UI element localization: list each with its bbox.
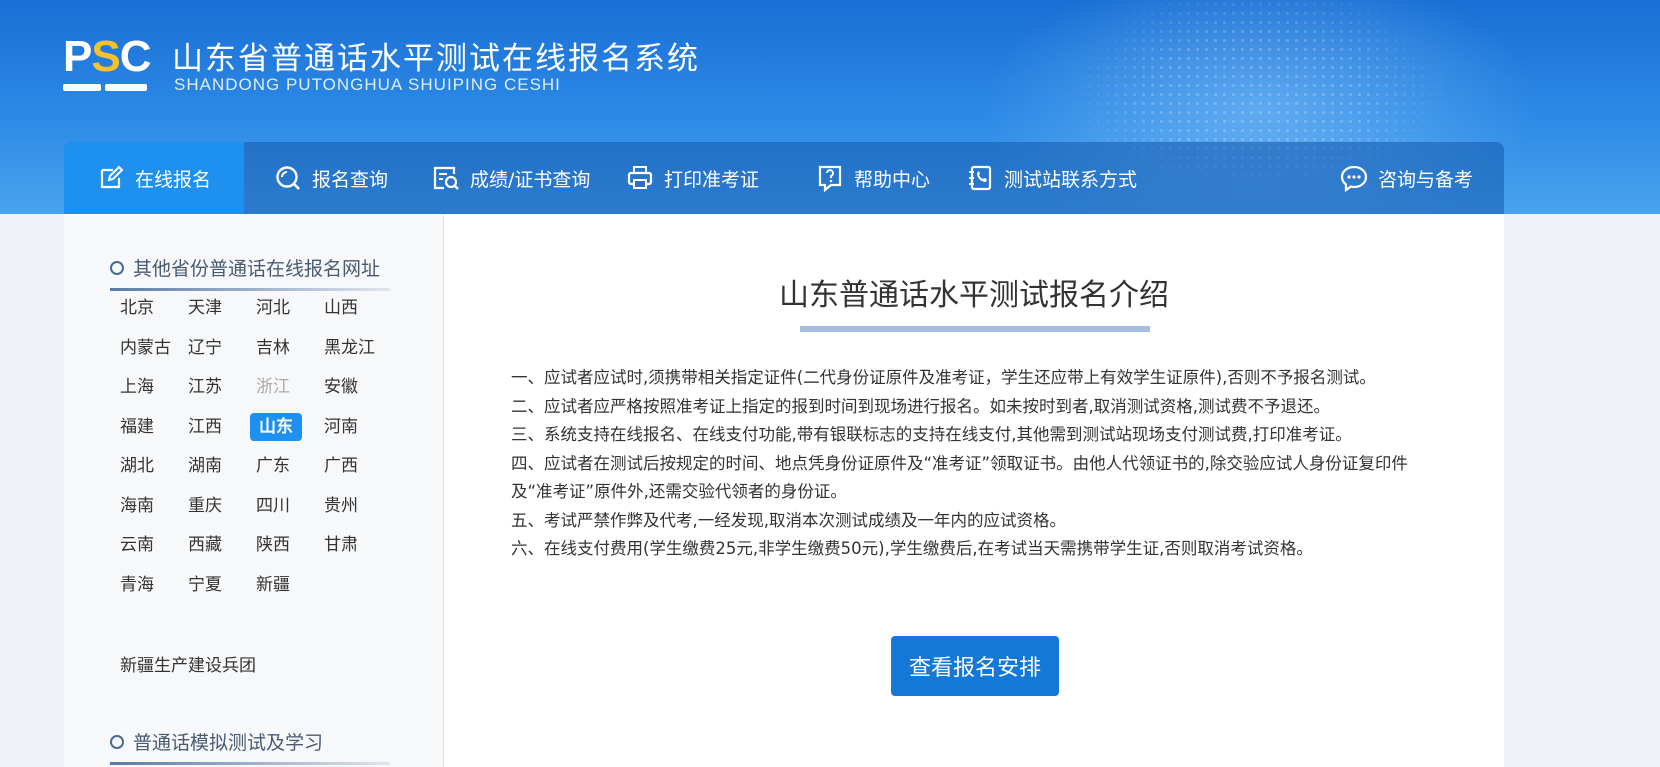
province-link[interactable]: 辽宁 xyxy=(188,334,222,362)
province-link[interactable]: 贵州 xyxy=(324,492,358,520)
province-link[interactable]: 广东 xyxy=(256,452,290,480)
section-other-provinces: 其他省份普通话在线报名网址 xyxy=(110,254,380,281)
main-nav: 在线报名 报名查询 成绩/证书查询 打印准考证 帮助中心 测试站联系方式 咨询与… xyxy=(64,142,1504,214)
nav-test-station-contact[interactable]: 测试站联系方式 xyxy=(966,142,1137,214)
main-content: 山东普通话水平测试报名介绍 一、应试者应试时,须携带相关指定证件(二代身份证原件… xyxy=(444,214,1504,767)
rule-item: 二、应试者应严格按照准考证上指定的报到时间到现场进行报名。如未按时到者,取消测试… xyxy=(511,396,1330,416)
search-icon xyxy=(276,166,300,190)
section-mock-test: 普通话模拟测试及学习 xyxy=(110,728,323,755)
section-underline xyxy=(110,762,390,765)
page-title: 山东普通话水平测试报名介绍 xyxy=(779,278,1169,313)
province-link[interactable]: 福建 xyxy=(120,413,154,441)
circle-bullet-icon xyxy=(110,734,124,749)
nav-label: 在线报名 xyxy=(134,168,211,191)
printer-icon xyxy=(627,166,653,189)
psc-logo: PSC xyxy=(63,32,151,96)
sidebar: 其他省份普通话在线报名网址 北京 天津 河北 山西内蒙古 辽宁 吉林 黑龙江上海 江苏 浙江 安徽… xyxy=(64,214,444,767)
province-link[interactable]: 陕西 xyxy=(256,531,290,559)
nav-print-admission[interactable]: 打印准考证 xyxy=(626,142,759,214)
section-title-label: 普通话模拟测试及学习 xyxy=(133,732,324,754)
province-link-xjbt[interactable]: 新疆生产建设兵团 xyxy=(120,652,256,680)
province-link[interactable]: 新疆 xyxy=(256,571,290,599)
certificate-search-icon xyxy=(433,166,459,190)
province-link[interactable]: 山东 xyxy=(250,413,302,441)
province-link[interactable]: 安徽 xyxy=(324,373,358,401)
province-link[interactable]: 重庆 xyxy=(188,492,222,520)
province-link[interactable]: 江西 xyxy=(188,413,222,441)
province-link[interactable]: 湖南 xyxy=(188,452,222,480)
nav-registration-query[interactable]: 报名查询 xyxy=(274,142,388,214)
province-link[interactable]: 湖北 xyxy=(120,452,154,480)
province-link[interactable]: 江苏 xyxy=(188,373,222,401)
nav-label: 报名查询 xyxy=(312,168,389,191)
province-link[interactable]: 内蒙古 xyxy=(120,334,171,362)
province-link[interactable]: 北京 xyxy=(120,294,154,322)
province-link[interactable]: 河南 xyxy=(324,413,358,441)
rule-item: 三、系统支持在线报名、在线支付功能,带有银联标志的支持在线支付,其他需到测试站现… xyxy=(511,425,1352,444)
logo-bars xyxy=(63,84,147,92)
province-link[interactable]: 宁夏 xyxy=(188,571,222,599)
province-link[interactable]: 山西 xyxy=(324,294,358,322)
chat-icon xyxy=(1340,165,1368,192)
province-link[interactable]: 浙江 xyxy=(256,373,290,401)
edit-icon xyxy=(100,165,124,189)
section-title-label: 其他省份普通话在线报名网址 xyxy=(133,258,381,280)
province-link[interactable]: 天津 xyxy=(188,294,222,322)
section-underline xyxy=(110,288,390,291)
nav-label: 成绩/证书查询 xyxy=(470,168,591,191)
nav-online-registration[interactable]: 在线报名 xyxy=(64,142,244,214)
rule-item: 六、在线支付费用(学生缴费25元,非学生缴费50元),学生缴费后,在考试当天需携… xyxy=(511,539,1313,558)
province-link[interactable]: 云南 xyxy=(120,531,154,559)
nav-score-certificate-query[interactable]: 成绩/证书查询 xyxy=(432,142,590,214)
nav-label: 帮助中心 xyxy=(854,168,931,191)
nav-help-center[interactable]: 帮助中心 xyxy=(816,142,930,214)
province-link[interactable]: 黑龙江 xyxy=(324,334,375,362)
province-link[interactable]: 河北 xyxy=(256,294,290,322)
province-link[interactable]: 上海 xyxy=(120,373,154,401)
province-link[interactable]: 四川 xyxy=(256,492,290,520)
title-underline xyxy=(800,326,1150,332)
logo-letters: PSC xyxy=(63,32,151,81)
circle-bullet-icon xyxy=(110,260,124,275)
help-icon xyxy=(818,165,842,192)
rule-item: 一、应试者应试时,须携带相关指定证件(二代身份证原件及准考证，学生还应带上有效学… xyxy=(511,368,1376,387)
province-link[interactable]: 吉林 xyxy=(256,334,290,362)
province-link[interactable]: 西藏 xyxy=(188,531,222,559)
nav-label: 打印准考证 xyxy=(664,168,760,191)
province-link[interactable]: 海南 xyxy=(120,492,154,520)
rule-item: 五、考试严禁作弊及代考,一经发现,取消本次测试成绩及一年内的应试资格。 xyxy=(511,510,1066,530)
rule-item: 四、应试者在测试后按规定的时间、地点凭身份证原件及“准考证”领取证书。由他人代领… xyxy=(511,453,1408,502)
site-title: 山东省普通话水平测试在线报名系统 xyxy=(172,41,700,77)
site-subtitle: SHANDONG PUTONGHUA SHUIPING CESHI xyxy=(174,75,561,94)
view-schedule-button[interactable]: 查看报名安排 xyxy=(891,636,1059,696)
rules-list: 一、应试者应试时,须携带相关指定证件(二代身份证原件及准考证，学生还应带上有效学… xyxy=(511,364,1441,564)
nav-label: 测试站联系方式 xyxy=(1004,168,1138,191)
phone-book-icon xyxy=(969,165,992,191)
province-link[interactable]: 青海 xyxy=(120,571,154,599)
nav-consult-prepare[interactable]: 咨询与备考 xyxy=(1340,142,1473,214)
province-link[interactable]: 广西 xyxy=(324,452,358,480)
header-banner: PSC 山东省普通话水平测试在线报名系统 SHANDONG PUTONGHUA … xyxy=(0,0,1660,214)
province-link[interactable]: 甘肃 xyxy=(324,531,358,559)
nav-label: 咨询与备考 xyxy=(1378,168,1474,191)
